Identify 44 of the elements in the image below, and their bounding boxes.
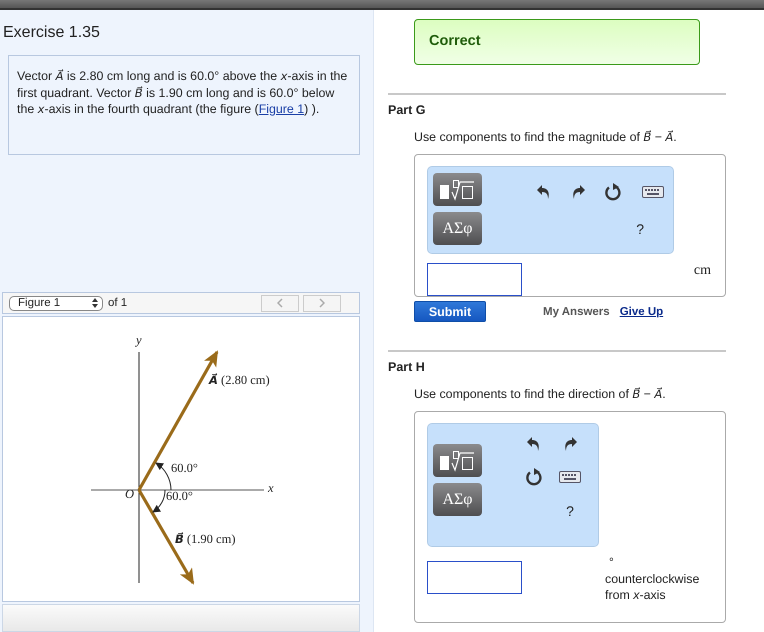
give-up-link[interactable]: Give Up	[620, 306, 664, 318]
chevron-right-icon	[319, 298, 325, 308]
angle-label: 60.0°	[166, 489, 193, 504]
part-title: Part H	[388, 360, 426, 374]
origin-label: O	[125, 487, 134, 502]
submit-button[interactable]: Submit	[414, 301, 486, 322]
unit-note: counterclockwise from x-axis	[605, 571, 700, 603]
problem-text: Vector A⃗ is 2.80 cm long and is 60.0° above the x-axis in the first quadrant. Vector B⃗ is 1.90 cm long and is 60.0° below the x-axis in the fourth quadrant (the figure (Figure 1) ).	[17, 68, 348, 118]
answer-field[interactable]	[427, 561, 522, 594]
figure-link[interactable]: Figure 1	[258, 102, 304, 116]
reset-icon[interactable]	[604, 183, 622, 201]
angle-arc	[155, 462, 172, 490]
angle-arc	[152, 490, 166, 513]
vector-label: B⃗ (1.90 cm)	[175, 532, 236, 547]
axis-label: x	[268, 481, 274, 496]
vector-label: A⃗ (2.80 cm)	[209, 373, 270, 388]
keyboard-icon[interactable]	[642, 186, 664, 198]
figure-select[interactable]: Figure 1	[9, 296, 103, 310]
figure-count: of 1	[108, 297, 128, 309]
undo-icon[interactable]	[527, 436, 541, 452]
part-title: Part G	[388, 103, 427, 117]
feedback-text: Correct	[429, 33, 481, 49]
angle-label: 60.0°	[171, 461, 198, 476]
undo-icon[interactable]	[537, 184, 551, 200]
help-button[interactable]: ?	[636, 221, 644, 237]
reset-icon[interactable]	[525, 468, 543, 486]
template-button[interactable]	[433, 444, 482, 477]
axis-label: y	[136, 333, 142, 348]
question-text: Use components to find the direction of B⃗ − A⃗.	[414, 387, 667, 401]
unit-label: °	[609, 555, 615, 569]
my-answers-link[interactable]: My Answers	[543, 306, 610, 318]
symbols-button[interactable]: ΑΣφ	[433, 483, 482, 516]
chevron-left-icon	[277, 298, 283, 308]
keyboard-icon[interactable]	[559, 471, 581, 483]
help-button[interactable]: ?	[566, 503, 574, 519]
answer-field[interactable]	[427, 263, 522, 296]
template-button[interactable]	[433, 173, 482, 206]
stepper-icon	[92, 298, 98, 308]
question-text: Use components to find the magnitude of B⃗ − A⃗.	[414, 130, 678, 144]
unit-label: cm	[694, 263, 711, 279]
redo-icon[interactable]	[563, 436, 577, 452]
exercise-title: Exercise 1.35	[3, 24, 101, 42]
symbols-button[interactable]: ΑΣφ	[433, 212, 482, 245]
redo-icon[interactable]	[570, 184, 585, 200]
